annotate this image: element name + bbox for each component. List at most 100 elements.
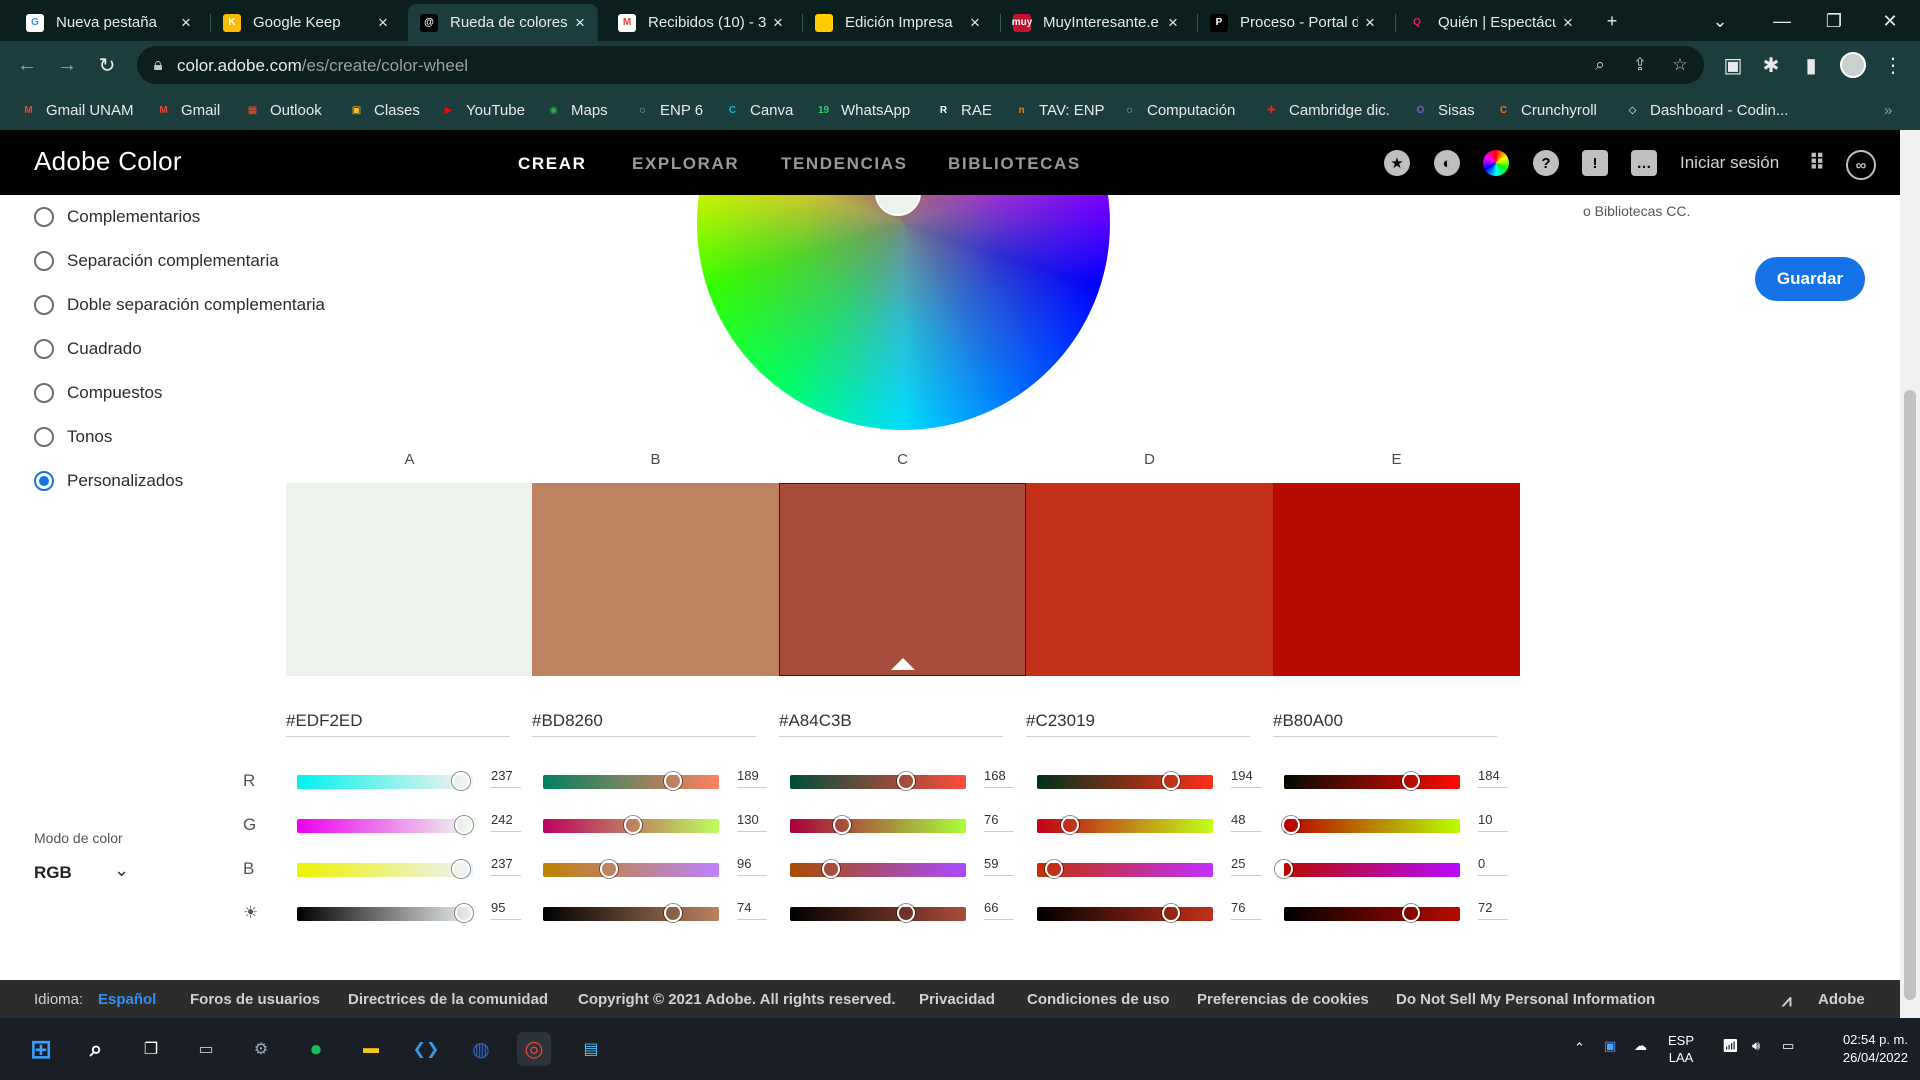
nav-crear[interactable]: CREAR (518, 154, 586, 174)
close-tab-icon[interactable]: × (1358, 13, 1382, 33)
channel-slider[interactable] (790, 772, 966, 790)
slider-knob[interactable] (1281, 816, 1300, 834)
slider-knob[interactable] (821, 860, 840, 878)
lock-icon[interactable]: 🔒︎ (147, 54, 169, 76)
channel-value[interactable]: 130 (737, 812, 767, 832)
brand-title[interactable]: Adobe Color (34, 146, 182, 177)
channel-value[interactable]: 76 (984, 812, 1014, 832)
harmony-option[interactable]: Compuestos (34, 383, 162, 403)
channel-value[interactable]: 237 (491, 768, 521, 788)
channel-slider[interactable] (297, 904, 474, 922)
edge-icon[interactable]: ◍ (464, 1032, 498, 1066)
channel-slider[interactable] (297, 860, 473, 878)
radio-button[interactable] (34, 339, 54, 359)
chevron-down-icon[interactable]: ⌄ (114, 860, 129, 881)
settings-gear-icon[interactable]: ⚙ (244, 1032, 278, 1066)
chevron-up-icon[interactable]: ⌃ (1574, 1040, 1585, 1056)
hex-input[interactable]: #BD8260 (532, 711, 756, 737)
slider-knob[interactable] (664, 772, 683, 790)
slider-knob[interactable] (1161, 772, 1180, 790)
wheel-handle-a[interactable] (875, 195, 921, 216)
harmony-option[interactable]: Personalizados (34, 471, 183, 491)
language-link[interactable]: Español (98, 991, 156, 1008)
channel-value[interactable]: 25 (1231, 856, 1261, 876)
channel-value[interactable]: 10 (1478, 812, 1508, 832)
channel-slider[interactable] (543, 772, 719, 790)
bookmark-item[interactable]: ◌ ENP 6 (634, 99, 704, 121)
bookmark-item[interactable]: ◌ Computación (1121, 99, 1236, 121)
close-tab-icon[interactable]: × (766, 13, 790, 33)
feedback-icon[interactable]: … (1631, 150, 1657, 176)
slider-knob[interactable] (600, 860, 619, 878)
harmony-option[interactable]: Complementarios (34, 207, 200, 227)
menu-icon[interactable]: ⋮ (1878, 50, 1908, 80)
input-language[interactable]: ESP LAA (1668, 1032, 1694, 1066)
star-icon[interactable]: ★ (1384, 150, 1410, 176)
task-view-icon[interactable]: ❐ (134, 1032, 168, 1066)
browser-tab[interactable]: G Nueva pestaña × (14, 4, 204, 41)
channel-value[interactable]: 66 (984, 900, 1014, 920)
scrollbar-thumb[interactable] (1904, 390, 1916, 1000)
bookmark-item[interactable]: ▦ Outlook (244, 99, 322, 121)
channel-value[interactable]: 95 (491, 900, 521, 920)
channel-value[interactable]: 237 (491, 856, 521, 876)
slider-knob[interactable] (451, 860, 470, 878)
footer-link[interactable]: Condiciones de uso (1027, 991, 1170, 1008)
channel-value[interactable]: 168 (984, 768, 1014, 788)
windows-start-icon[interactable]: ⊞ (24, 1032, 58, 1066)
url-text[interactable]: color.adobe.com/es/create/color-wheel (177, 56, 468, 76)
signin-link[interactable]: Iniciar sesión (1680, 153, 1779, 173)
footer-link[interactable]: Foros de usuarios (190, 991, 320, 1008)
channel-slider[interactable] (543, 816, 719, 834)
channel-slider[interactable] (790, 860, 966, 878)
bookmark-item[interactable]: ▶ YouTube (440, 99, 525, 121)
bookmark-item[interactable]: ✪ Sisas (1412, 99, 1474, 121)
footer-link[interactable]: Do Not Sell My Personal Information (1396, 991, 1655, 1008)
channel-slider[interactable] (1037, 816, 1213, 834)
channel-slider[interactable] (1284, 904, 1460, 922)
slider-knob[interactable] (1161, 904, 1180, 922)
browser-tab[interactable]: P Proceso - Portal d × (1198, 4, 1388, 41)
slider-knob[interactable] (1401, 904, 1420, 922)
channel-slider[interactable] (1284, 772, 1460, 790)
search-icon[interactable]: ⌕ (79, 1032, 113, 1066)
hex-input[interactable]: #B80A00 (1273, 711, 1497, 737)
bookmark-item[interactable]: C Crunchyroll (1495, 99, 1597, 121)
bookmark-item[interactable]: M Gmail (155, 99, 220, 121)
color-swatch[interactable] (1273, 483, 1520, 676)
close-tab-icon[interactable]: × (174, 13, 198, 33)
channel-slider[interactable] (1275, 860, 1460, 878)
radio-button[interactable] (34, 427, 54, 447)
bookmark-item[interactable]: M Gmail UNAM (20, 99, 133, 121)
channel-slider[interactable] (297, 772, 473, 790)
terminal-icon[interactable]: ▭ (189, 1032, 223, 1066)
channel-value[interactable]: 242 (491, 812, 521, 832)
channel-value[interactable]: 194 (1231, 768, 1261, 788)
color-swatch[interactable] (532, 483, 779, 676)
adobe-footer-text[interactable]: Adobe (1818, 991, 1865, 1008)
bookmark-item[interactable]: ◉ Maps (545, 99, 608, 121)
slider-knob[interactable] (451, 772, 470, 790)
color-mode-select[interactable]: RGB (34, 863, 72, 883)
save-button[interactable]: Guardar (1755, 257, 1865, 301)
channel-value[interactable]: 48 (1231, 812, 1261, 832)
onedrive-icon[interactable]: ☁ (1634, 1038, 1647, 1054)
clock[interactable]: 02:54 p. m. 26/04/2022 (1820, 1031, 1908, 1067)
channel-value[interactable]: 76 (1231, 900, 1261, 920)
share-icon[interactable]: ⇪ (1629, 54, 1651, 76)
close-tab-icon[interactable]: × (1556, 13, 1580, 33)
browser-tab[interactable]: K Google Keep × (211, 4, 401, 41)
plus-icon[interactable]: + (1592, 6, 1632, 36)
minimize-icon[interactable]: — (1762, 6, 1802, 36)
channel-slider[interactable] (297, 816, 474, 834)
chrome-icon[interactable]: ◎ (517, 1032, 551, 1066)
more-bookmarks-icon[interactable]: » (1884, 99, 1892, 121)
puzzle-icon[interactable]: ✱ (1756, 50, 1786, 80)
volume-icon[interactable]: 🔊︎ (1752, 1038, 1760, 1054)
slider-knob[interactable] (664, 904, 683, 922)
extension-icon[interactable]: ▣ (1718, 50, 1748, 80)
channel-value[interactable]: 189 (737, 768, 767, 788)
footer-link[interactable]: Preferencias de cookies (1197, 991, 1369, 1008)
bookmark-item[interactable]: R RAE (935, 99, 992, 121)
color-swatch[interactable] (779, 483, 1026, 676)
